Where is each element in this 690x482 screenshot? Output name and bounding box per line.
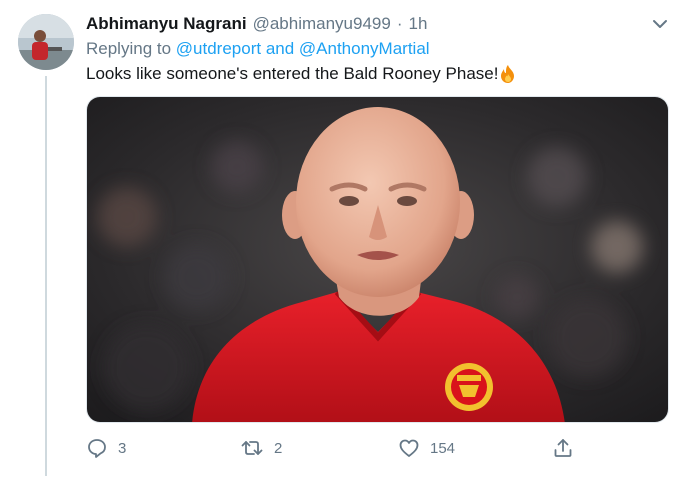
tweet-body: Looks like someone's entered the Bald Ro… xyxy=(86,64,499,83)
reply-count: 3 xyxy=(118,439,127,457)
mention-utdreport[interactable]: @utdreport xyxy=(176,39,261,58)
tweet-actions: 3 2 154 xyxy=(86,434,586,462)
reply-icon xyxy=(86,437,108,459)
share-button[interactable] xyxy=(552,434,574,462)
header-separator: · xyxy=(396,14,403,33)
photo-image xyxy=(87,97,668,422)
reply-connector[interactable]: and xyxy=(261,39,299,58)
like-icon xyxy=(398,437,420,459)
tweet-header: Abhimanyu Nagrani @abhimanyu9499 · 1h xyxy=(86,12,427,36)
share-icon xyxy=(552,437,574,459)
tweet-media-photo[interactable] xyxy=(86,96,669,423)
like-count: 154 xyxy=(430,439,456,457)
caret-down-icon[interactable] xyxy=(650,14,670,34)
author-handle[interactable]: @abhimanyu9499 xyxy=(253,14,391,34)
replying-to: Replying to @utdreport and @AnthonyMarti… xyxy=(86,39,430,59)
author-name[interactable]: Abhimanyu Nagrani xyxy=(86,14,247,34)
avatar-image xyxy=(18,14,74,70)
retweet-icon xyxy=(240,437,264,459)
reply-button[interactable]: 3 xyxy=(86,434,126,462)
author-avatar[interactable] xyxy=(18,14,74,70)
like-button[interactable]: 154 xyxy=(398,434,455,462)
retweet-button[interactable]: 2 xyxy=(240,434,282,462)
thread-line xyxy=(45,76,47,476)
fire-emoji-icon xyxy=(499,64,517,84)
tweet-card[interactable]: Abhimanyu Nagrani @abhimanyu9499 · 1h Re… xyxy=(0,0,690,482)
mention-anthonymartial[interactable]: @AnthonyMartial xyxy=(299,39,430,58)
tweet-text: Looks like someone's entered the Bald Ro… xyxy=(86,64,517,84)
replying-prefix: Replying to xyxy=(86,39,176,58)
retweet-count: 2 xyxy=(274,439,283,457)
tweet-timestamp[interactable]: 1h xyxy=(409,14,428,34)
